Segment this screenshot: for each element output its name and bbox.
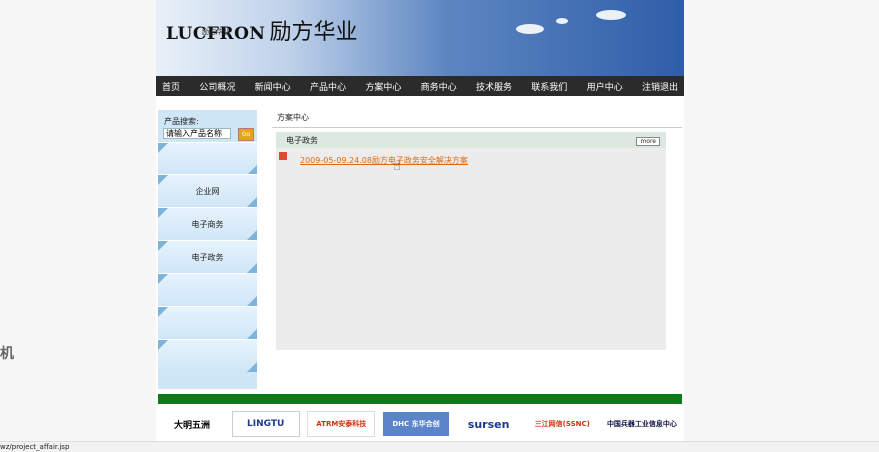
nav-business[interactable]: 商务中心 <box>421 80 457 93</box>
panel-header: 电子政务 more <box>276 132 666 148</box>
content-title: 方案中心 <box>277 113 309 122</box>
panel-title: 电子政务 <box>286 136 318 145</box>
logo-sub: 励方华业 <box>202 28 230 36</box>
sidebar-spacer <box>158 273 257 306</box>
browser-status-bar: wz/project_affair.jsp <box>0 441 879 452</box>
sidebar-item-label: 企业网 <box>195 186 220 196</box>
sidebar-spacer <box>158 142 257 175</box>
sidebar: 产品搜索: Go 企业网 电子商务 电子政务 <box>158 110 257 389</box>
more-link[interactable]: more <box>636 137 660 146</box>
nav-home[interactable]: 首页 <box>162 80 180 93</box>
sidebar-item-label: 电子政务 <box>191 252 224 262</box>
solution-panel: 电子政务 more 2009-05-09.24.08励方电子政务安全解决方案 <box>276 132 666 350</box>
nav-logout[interactable]: 注销退出 <box>642 80 678 93</box>
partner-logo[interactable]: DHC 东华合创 <box>382 412 449 436</box>
logo-cn: 励方华业 <box>269 20 358 45</box>
side-mark: 机 <box>0 346 14 362</box>
footer-bar <box>158 394 682 404</box>
nav-contact[interactable]: 联系我们 <box>531 80 567 93</box>
nav-user[interactable]: 用户中心 <box>587 80 623 93</box>
header-banner: Lucfron 励方华业 励方华业 <box>156 0 684 76</box>
partner-logos: 大明五洲 LINGTU ATRM安泰科技 DHC 东华合创 sursen 三江网… <box>158 407 682 441</box>
search-label: 产品搜索: <box>164 117 199 126</box>
main-nav: 首页 公司概况 新闻中心 产品中心 方案中心 商务中心 技术服务 联系我们 用户… <box>156 76 684 96</box>
hand-cursor-icon: ☝ <box>393 159 401 174</box>
partner-logo[interactable]: 三江网信(SSNC) <box>528 412 596 436</box>
sidebar-spacer <box>158 339 257 372</box>
article-link[interactable]: 2009-05-09.24.08励方电子政务安全解决方案 <box>300 155 468 166</box>
search-go-button[interactable]: Go <box>238 128 254 141</box>
nav-tech[interactable]: 技术服务 <box>476 80 512 93</box>
partner-logo[interactable]: ATRM安泰科技 <box>307 411 376 437</box>
page-container: Lucfron 励方华业 励方华业 首页 公司概况 新闻中心 产品中心 方案中心… <box>156 0 684 451</box>
partner-logo[interactable]: 中国兵器工业信息中心 <box>604 412 680 436</box>
sidebar-item-label: 电子商务 <box>191 219 224 229</box>
sidebar-item-ecommerce[interactable]: 电子商务 <box>158 207 257 240</box>
nav-news[interactable]: 新闻中心 <box>255 80 291 93</box>
divider <box>272 127 682 128</box>
partner-logo[interactable]: LINGTU <box>231 411 300 437</box>
partner-logo[interactable]: 大明五洲 <box>160 412 224 436</box>
site-logo[interactable]: Lucfron 励方华业 <box>166 20 358 45</box>
nav-solutions[interactable]: 方案中心 <box>365 80 401 93</box>
nav-products[interactable]: 产品中心 <box>310 80 346 93</box>
sidebar-item-egov[interactable]: 电子政务 <box>158 240 257 273</box>
status-url: wz/project_affair.jsp <box>0 443 70 451</box>
sidebar-spacer <box>158 306 257 339</box>
bullet-icon <box>279 152 287 160</box>
partner-logo[interactable]: sursen <box>457 412 521 436</box>
nav-about[interactable]: 公司概况 <box>199 80 235 93</box>
product-search-input[interactable] <box>163 128 231 139</box>
sidebar-item-enterprise[interactable]: 企业网 <box>158 174 257 207</box>
